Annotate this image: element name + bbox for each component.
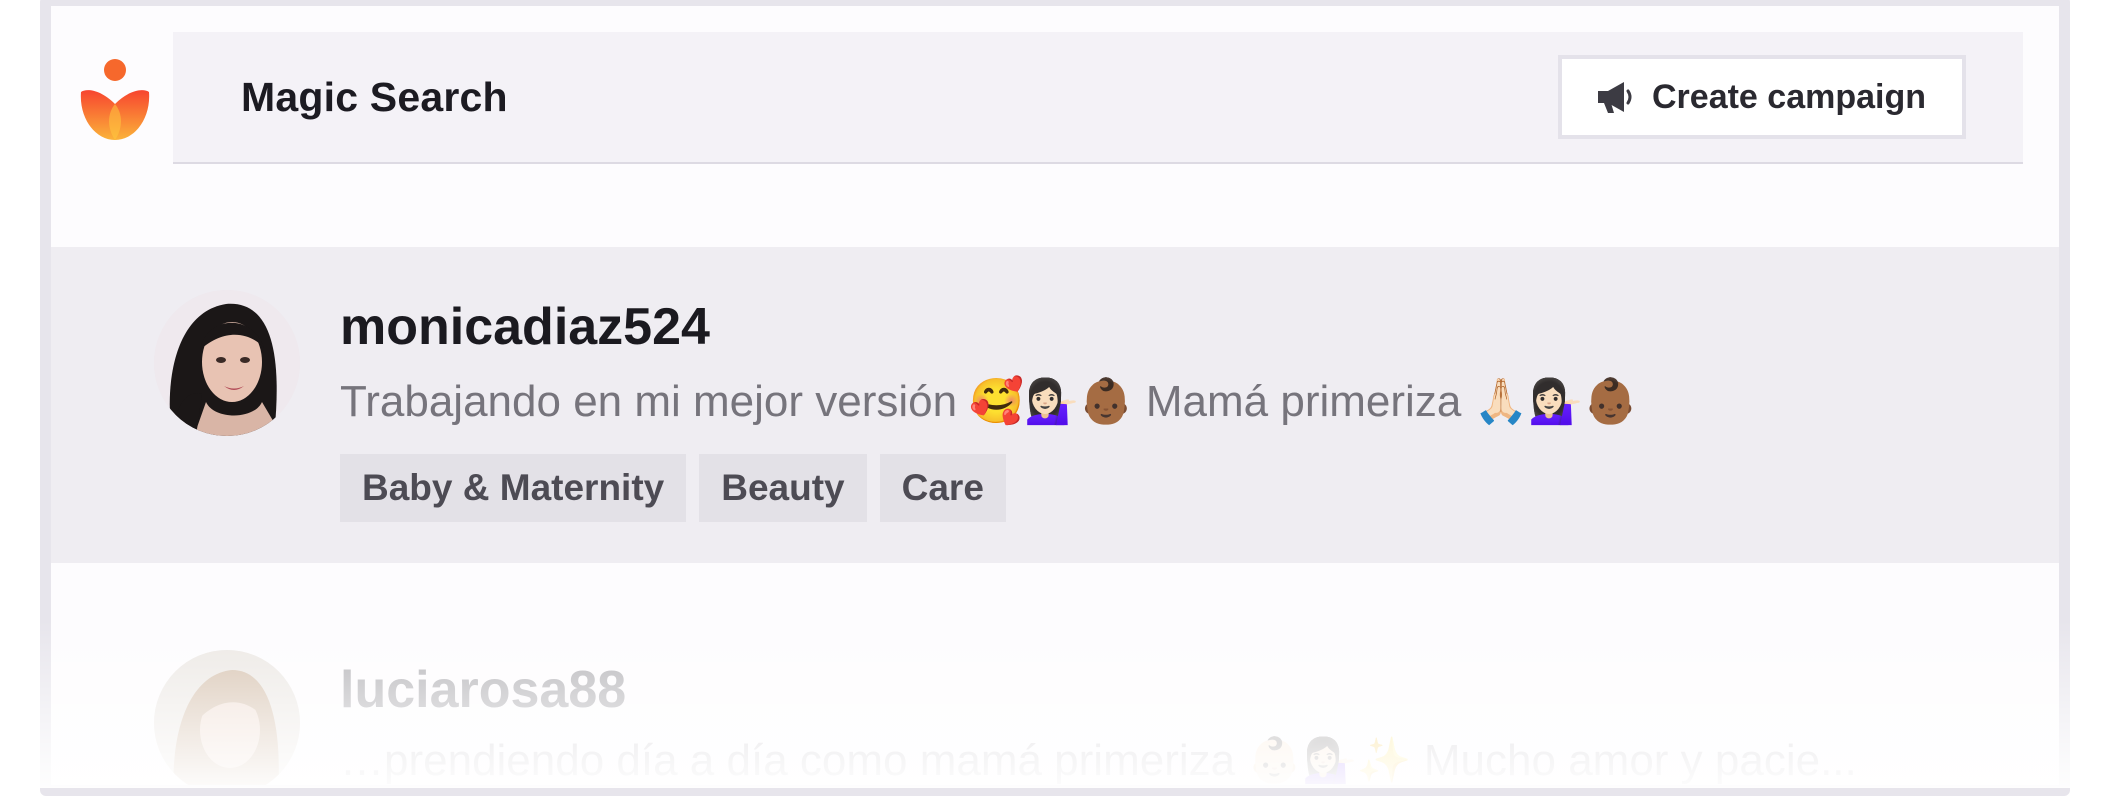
profile-photo [154, 290, 300, 436]
category-tag: Care [879, 454, 1006, 522]
lotus-logo-icon [80, 59, 150, 140]
avatar[interactable] [154, 290, 300, 436]
create-campaign-label: Create campaign [1652, 77, 1926, 116]
profile-photo [154, 650, 300, 785]
creator-bio: …prendiendo día a día como mamá primeriz… [340, 736, 1857, 785]
category-tag: Baby & Maternity [340, 454, 687, 522]
megaphone-icon [1598, 82, 1632, 113]
creator-result-card[interactable]: monicadiaz524 Trabajando en mi mejor ver… [51, 247, 2059, 563]
top-header: Magic Search Create campaign [173, 32, 2023, 164]
creator-bio: Trabajando en mi mejor versión 🥰💁🏻‍♀️👶🏾 … [340, 377, 1638, 426]
create-campaign-button[interactable]: Create campaign [1558, 55, 1966, 139]
app-window: Magic Search Create campaign monicadiaz5… [40, 0, 2070, 796]
creator-username[interactable]: luciarosa88 [340, 660, 626, 720]
creator-username[interactable]: monicadiaz524 [340, 297, 710, 357]
avatar[interactable] [154, 650, 300, 785]
category-tag: Beauty [699, 454, 867, 522]
page-title: Magic Search [241, 74, 508, 120]
category-tags: Baby & Maternity Beauty Care [340, 454, 1006, 522]
creator-result-card[interactable]: luciarosa88 …prendiendo día a día como m… [51, 606, 2059, 785]
